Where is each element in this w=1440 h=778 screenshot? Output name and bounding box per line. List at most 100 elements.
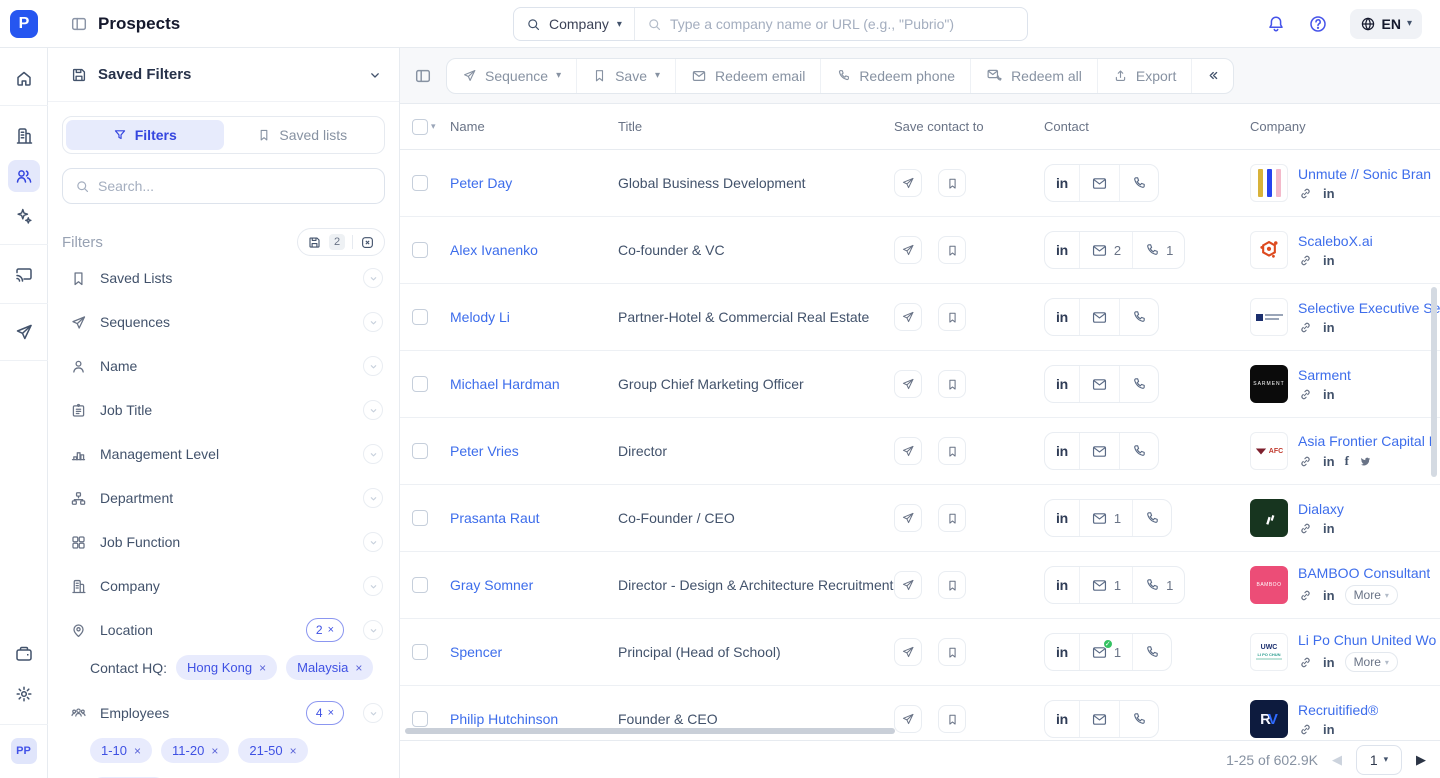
save-to-list-button[interactable] xyxy=(938,236,966,264)
linkedin-button[interactable]: in xyxy=(1045,567,1079,603)
add-to-sequence-button[interactable] xyxy=(894,504,922,532)
tab-saved-lists[interactable]: Saved lists xyxy=(224,120,382,150)
reveal-email-button[interactable] xyxy=(1079,366,1119,402)
reveal-phone-button[interactable]: 1 xyxy=(1132,567,1184,603)
linkedin-button[interactable]: in xyxy=(1045,500,1079,536)
user-avatar[interactable]: PP xyxy=(11,738,37,764)
remove-chip-icon[interactable]: × xyxy=(290,744,297,758)
linkedin-icon[interactable]: in xyxy=(1323,186,1335,201)
more-socials-button[interactable]: More▾ xyxy=(1345,585,1398,605)
website-link-icon[interactable] xyxy=(1298,186,1313,201)
reveal-phone-button[interactable] xyxy=(1119,366,1158,402)
filter-item-saved-lists[interactable]: Saved Lists xyxy=(48,256,399,300)
vertical-scrollbar[interactable] xyxy=(1431,287,1437,477)
reveal-email-button[interactable] xyxy=(1079,299,1119,335)
filter-item-company[interactable]: Company xyxy=(48,564,399,608)
redeem-all-button[interactable]: Redeem all xyxy=(970,59,1097,93)
help-icon[interactable] xyxy=(1308,14,1328,34)
column-header-name[interactable]: Name xyxy=(450,119,618,134)
contact-name-link[interactable]: Melody Li xyxy=(450,309,510,325)
company-name-link[interactable]: BAMBOO Consultant xyxy=(1298,565,1430,581)
language-selector[interactable]: EN ▾ xyxy=(1350,9,1422,39)
linkedin-icon[interactable]: in xyxy=(1323,588,1335,603)
column-header-title[interactable]: Title xyxy=(618,119,894,134)
save-to-list-button[interactable] xyxy=(938,169,966,197)
reveal-email-button[interactable]: ✓1 xyxy=(1079,634,1132,670)
export-button[interactable]: Export xyxy=(1097,59,1191,93)
reveal-email-button[interactable] xyxy=(1079,701,1119,737)
remove-chip-icon[interactable]: × xyxy=(355,661,362,675)
employees-filter-count[interactable]: 4× xyxy=(306,701,344,725)
add-to-sequence-button[interactable] xyxy=(894,571,922,599)
more-socials-button[interactable]: More▾ xyxy=(1345,652,1398,672)
filter-item-department[interactable]: Department xyxy=(48,476,399,520)
filter-item-name[interactable]: Name xyxy=(48,344,399,388)
notifications-bell-icon[interactable] xyxy=(1266,14,1286,34)
reveal-phone-button[interactable] xyxy=(1119,433,1158,469)
row-checkbox[interactable] xyxy=(412,443,428,459)
save-to-list-button[interactable] xyxy=(938,504,966,532)
twitter-icon[interactable] xyxy=(1359,455,1372,468)
add-to-sequence-button[interactable] xyxy=(894,303,922,331)
linkedin-icon[interactable]: in xyxy=(1323,387,1335,402)
row-checkbox[interactable] xyxy=(412,175,428,191)
previous-page-icon[interactable]: ◀ xyxy=(1332,752,1342,768)
filter-item-sequences[interactable]: Sequences xyxy=(48,300,399,344)
chip-1-10[interactable]: 1-10× xyxy=(90,738,152,763)
row-checkbox[interactable] xyxy=(412,309,428,325)
column-header-company[interactable]: Company xyxy=(1250,119,1440,134)
company-name-link[interactable]: Sarment xyxy=(1298,367,1351,383)
chip-hong-kong[interactable]: Hong Kong× xyxy=(176,655,277,680)
website-link-icon[interactable] xyxy=(1298,655,1313,670)
website-link-icon[interactable] xyxy=(1298,722,1313,737)
nav-settings-gear[interactable] xyxy=(8,678,40,710)
redeem-phone-button[interactable]: Redeem phone xyxy=(820,59,970,93)
save-to-list-button[interactable] xyxy=(938,370,966,398)
linkedin-button[interactable]: in xyxy=(1045,433,1079,469)
app-logo[interactable]: P xyxy=(10,10,38,38)
company-name-link[interactable]: Selective Executive Se xyxy=(1298,300,1440,316)
company-name-link[interactable]: Asia Frontier Capital L xyxy=(1298,433,1437,449)
remove-chip-icon[interactable]: × xyxy=(259,661,266,675)
row-checkbox[interactable] xyxy=(412,510,428,526)
tab-filters[interactable]: Filters xyxy=(66,120,224,150)
reveal-email-button[interactable]: 2 xyxy=(1079,232,1132,268)
reveal-phone-button[interactable] xyxy=(1119,299,1158,335)
linkedin-icon[interactable]: in xyxy=(1323,722,1335,737)
save-to-list-button[interactable] xyxy=(938,303,966,331)
contact-name-link[interactable]: Philip Hutchinson xyxy=(450,711,558,727)
linkedin-icon[interactable]: in xyxy=(1323,521,1335,536)
website-link-icon[interactable] xyxy=(1298,454,1313,469)
chip-11-20[interactable]: 11-20× xyxy=(161,738,229,763)
linkedin-button[interactable]: in xyxy=(1045,634,1079,670)
chevron-down-icon[interactable] xyxy=(363,444,383,464)
contact-name-link[interactable]: Prasanta Raut xyxy=(450,510,540,526)
reveal-phone-button[interactable] xyxy=(1132,500,1171,536)
add-to-sequence-button[interactable] xyxy=(894,705,922,733)
linkedin-icon[interactable]: in xyxy=(1323,454,1335,469)
column-header-contact[interactable]: Contact xyxy=(1044,119,1250,134)
filter-search-input[interactable] xyxy=(98,178,372,194)
filter-item-job-title[interactable]: Job Title xyxy=(48,388,399,432)
contact-name-link[interactable]: Gray Somner xyxy=(450,577,533,593)
contact-name-link[interactable]: Peter Vries xyxy=(450,443,519,459)
chevron-down-icon[interactable] xyxy=(363,620,383,640)
row-checkbox[interactable] xyxy=(412,376,428,392)
add-to-sequence-button[interactable] xyxy=(894,437,922,465)
reveal-email-button[interactable]: 1 xyxy=(1079,500,1132,536)
chevron-down-icon[interactable]: ▾ xyxy=(431,121,436,132)
collapse-panel-chevron-icon[interactable] xyxy=(367,67,383,83)
redeem-email-button[interactable]: Redeem email xyxy=(675,59,820,93)
nav-campaigns-send[interactable] xyxy=(8,316,40,348)
reveal-email-button[interactable]: 1 xyxy=(1079,567,1132,603)
row-checkbox[interactable] xyxy=(412,242,428,258)
row-checkbox[interactable] xyxy=(412,577,428,593)
website-link-icon[interactable] xyxy=(1298,387,1313,402)
linkedin-button[interactable]: in xyxy=(1045,232,1079,268)
clear-filters-icon[interactable] xyxy=(360,235,375,250)
toggle-panel-icon[interactable] xyxy=(414,67,432,85)
select-all-checkbox[interactable] xyxy=(412,119,428,135)
company-name-link[interactable]: ScaleboX.ai xyxy=(1298,233,1373,249)
chevron-down-icon[interactable] xyxy=(363,576,383,596)
linkedin-button[interactable]: in xyxy=(1045,165,1079,201)
